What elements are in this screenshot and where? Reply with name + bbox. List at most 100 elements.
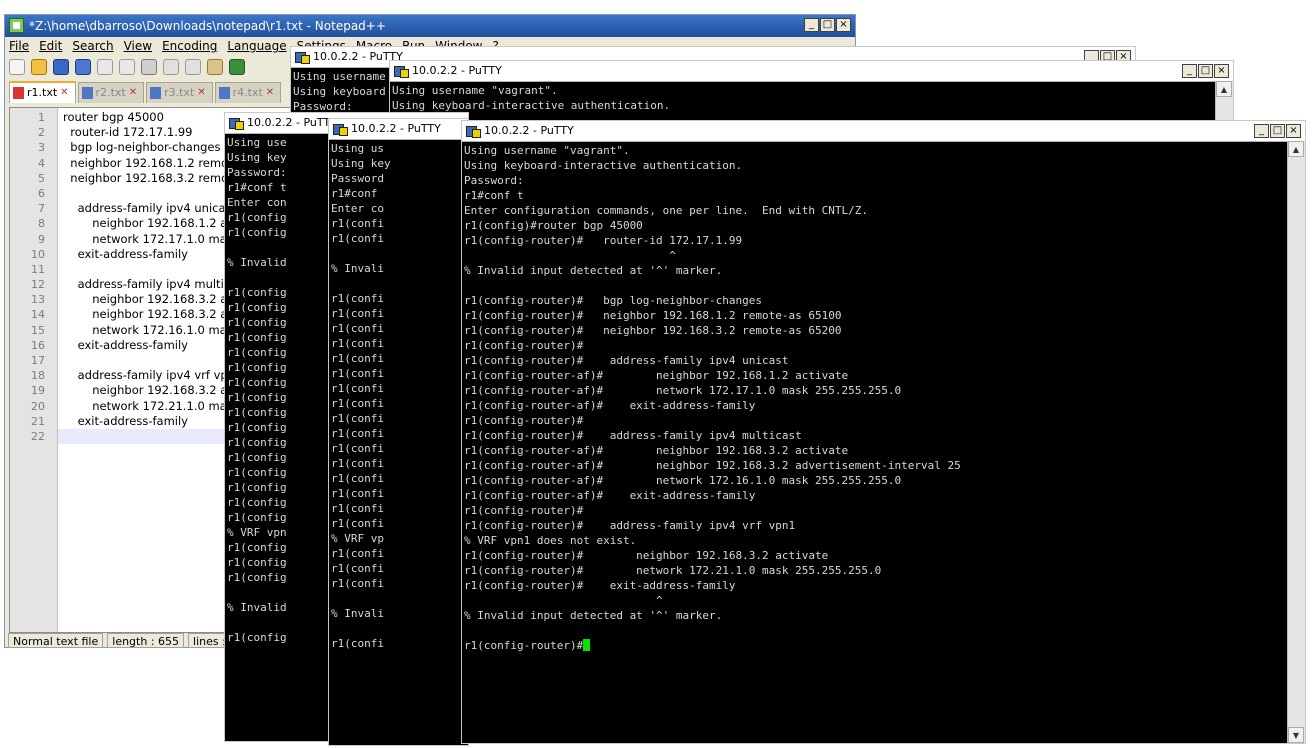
line-number: 7 [38, 202, 45, 216]
menu-file[interactable]: File [9, 37, 29, 55]
terminal-line: r1(confi [331, 412, 384, 425]
line-number: 21 [31, 414, 45, 428]
terminal-line: r1(confi [331, 337, 384, 350]
terminal-line: ^ [464, 594, 663, 607]
tab-r3[interactable]: r3.txt ✕ [146, 82, 213, 103]
terminal-line: Password [331, 172, 384, 185]
terminal-line: r1(confi [331, 547, 384, 560]
open-folder-icon[interactable] [31, 59, 47, 75]
menu-view[interactable]: View [124, 37, 152, 55]
scroll-up-icon[interactable]: ▲ [1288, 141, 1304, 157]
terminal-line: r1(confi [331, 442, 384, 455]
putty-titlebar[interactable]: 10.0.2.2 - PuTTY _ □ × [462, 121, 1305, 142]
close-button[interactable]: × [1286, 124, 1301, 138]
scroll-up-icon[interactable]: ▲ [1216, 81, 1232, 97]
line-number: 3 [38, 141, 45, 155]
line-number-gutter: 1 2 3 4 5 6 7 8 9 10 11 12 13 14 15 16 17 18 19 20 21 22 [10, 108, 58, 632]
terminal-line: r1(confi [331, 307, 384, 320]
notepad-title: *Z:\home\dbarroso\Downloads\notepad\r1.t… [29, 19, 386, 33]
tab-close-icon[interactable]: ✕ [60, 83, 68, 103]
line-number: 11 [31, 262, 45, 276]
paste-icon[interactable] [207, 59, 223, 75]
tab-r1[interactable]: r1.txt ✕ [9, 81, 76, 103]
tab-r4[interactable]: r4.txt ✕ [214, 82, 282, 103]
terminal-line: Using keyboard-interactive authenticatio… [392, 99, 671, 112]
terminal-line: r1(config-router)# neighbor 192.168.1.2 … [464, 309, 842, 322]
close-button[interactable]: × [836, 18, 851, 32]
putty-window-3[interactable]: 10.0.2.2 - PuTTY Using us Using key Passwo… [328, 118, 469, 746]
terminal-line: r1(confi [331, 487, 384, 500]
putty-titlebar[interactable]: 10.0.2.2 - PuTTY _ □ × [390, 61, 1233, 82]
new-file-icon[interactable] [9, 59, 25, 75]
line-number: 13 [31, 293, 45, 307]
save-all-icon[interactable] [75, 59, 91, 75]
maximize-button[interactable]: □ [1198, 64, 1213, 78]
terminal-line: Using username "vagrant". [464, 144, 630, 157]
notepad-titlebar[interactable]: *Z:\home\dbarroso\Downloads\notepad\r1.t… [5, 15, 855, 37]
close-file-icon[interactable] [97, 59, 113, 75]
minimize-button[interactable]: _ [1254, 124, 1269, 138]
tab-close-icon[interactable]: ✕ [197, 83, 205, 103]
line-number: 10 [31, 247, 45, 261]
terminal-line: r1(config-router-af)# exit-address-famil… [464, 399, 756, 412]
tab-label: r1.txt [27, 86, 58, 99]
minimize-button[interactable]: _ [1182, 64, 1197, 78]
save-icon[interactable] [53, 59, 69, 75]
close-all-icon[interactable] [119, 59, 135, 75]
maximize-button[interactable]: □ [1270, 124, 1285, 138]
terminal-line: r1(confi [331, 457, 384, 470]
line-number: 16 [31, 338, 45, 352]
line-number: 20 [31, 399, 45, 413]
terminal-output[interactable]: Using us Using key Password r1#conf Enter co… [329, 140, 468, 652]
terminal-line: Using username "vagrant". [392, 84, 558, 97]
menu-edit[interactable]: Edit [39, 37, 62, 55]
menu-encoding[interactable]: Encoding [162, 37, 217, 55]
putty-titlebar[interactable]: 10.0.2.2 - PuTTY [329, 119, 468, 140]
putty-title: 10.0.2.2 - PuTTY [351, 122, 441, 135]
tab-close-icon[interactable]: ✕ [129, 83, 137, 103]
menu-search[interactable]: Search [72, 37, 113, 55]
menu-language[interactable]: Language [227, 37, 286, 55]
minimize-button[interactable]: _ [804, 18, 819, 32]
tab-close-icon[interactable]: ✕ [266, 83, 274, 103]
file-icon [218, 87, 230, 99]
line-number: 5 [38, 171, 45, 185]
putty-window-active[interactable]: 10.0.2.2 - PuTTY _ □ × Using username "vag… [461, 120, 1306, 744]
terminal-output[interactable]: Using username "vagrant". Using keyboard-… [462, 142, 1305, 654]
terminal-line: r1(config-router-af)# network 172.17.1.0… [464, 384, 902, 397]
terminal-line: r1(config-router)# address-family ipv4 v… [464, 519, 796, 532]
print-icon[interactable] [141, 59, 157, 75]
terminal-line: r1(config-router-af)# exit-address-famil… [464, 489, 756, 502]
putty-title: 10.0.2.2 - PuTTY [247, 116, 337, 129]
scroll-down-icon[interactable]: ▼ [1288, 727, 1304, 743]
terminal-line: % Invali [331, 262, 384, 275]
maximize-button[interactable]: □ [820, 18, 835, 32]
terminal-line: Enter co [331, 202, 384, 215]
terminal-line: r1(config)#router bgp 45000 [464, 219, 643, 232]
line-number: 12 [31, 278, 45, 292]
status-filetype: Normal text file [8, 633, 104, 648]
terminal-line: % VRF vp [331, 532, 384, 545]
putty-icon [466, 124, 481, 138]
undo-icon[interactable] [229, 59, 245, 75]
terminal-line: r1(config-router)# address-family ipv4 u… [464, 354, 789, 367]
terminal-line: r1(confi [331, 382, 384, 395]
tab-r2[interactable]: r2.txt ✕ [77, 82, 145, 103]
terminal-line: r1(config-router)# [464, 339, 584, 352]
close-button[interactable]: × [1214, 64, 1229, 78]
copy-icon[interactable] [185, 59, 201, 75]
line-number: 18 [31, 369, 45, 383]
terminal-line: r1(config-router)# bgp log-neighbor-chan… [464, 294, 763, 307]
terminal-line: r1(config-router)# address-family ipv4 m… [464, 429, 802, 442]
tab-label: r2.txt [95, 86, 126, 99]
line-number: 2 [38, 126, 45, 140]
putty-icon [333, 122, 348, 136]
cut-icon[interactable] [163, 59, 179, 75]
line-number: 4 [38, 156, 45, 170]
terminal-line: r1(config-router)# [464, 638, 1303, 653]
terminal-scrollbar[interactable]: ▲ ▼ [1287, 141, 1305, 743]
text-cursor [583, 639, 591, 651]
tab-label: r4.txt [232, 86, 263, 99]
